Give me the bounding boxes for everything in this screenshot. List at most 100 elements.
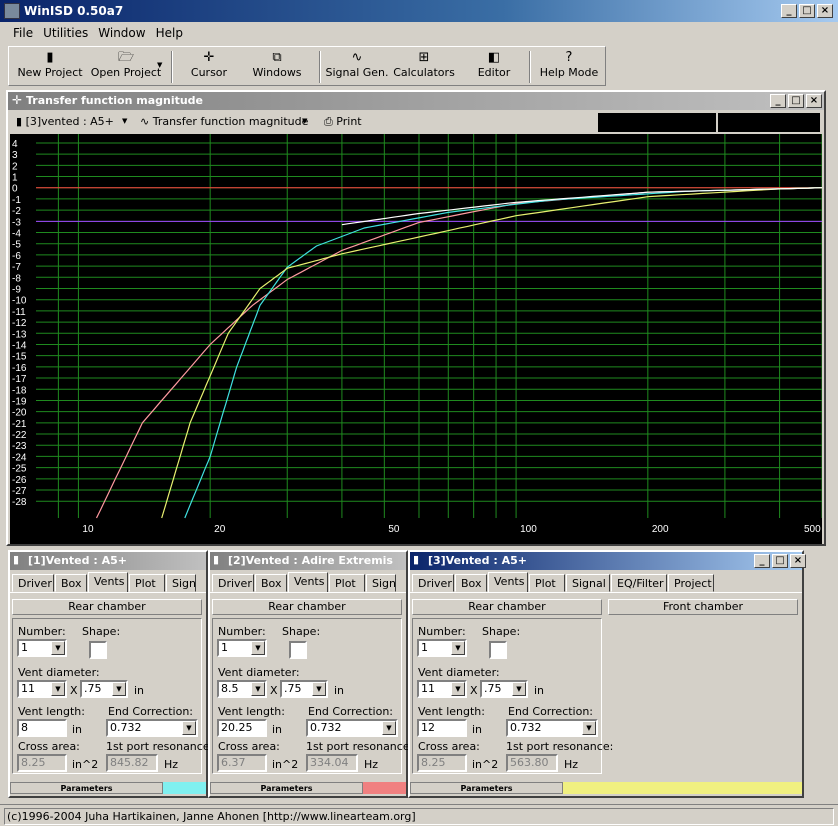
shape-box[interactable] (489, 641, 507, 659)
vent-diameter2-select[interactable]: .75 ▼ (480, 680, 528, 698)
project-select[interactable]: ▮ [3]vented : A5+ ▼ (16, 115, 130, 128)
menu-file[interactable]: File (8, 24, 38, 44)
vent-diameter2-select[interactable]: .75 ▼ (80, 680, 128, 698)
shape-box[interactable] (89, 641, 107, 659)
chevron-down-icon: ▼ (312, 682, 326, 696)
y-tick-label: -18 (12, 385, 27, 396)
transfer-function-chart[interactable]: 43210-1-2-3-4-5-6-7-8-9-10-11-12-13-14-1… (10, 134, 822, 544)
graph-type-select[interactable]: ∿ Transfer function magnitude ▼ (140, 115, 310, 128)
chevron-down-icon: ▼ (51, 682, 65, 696)
tab-signal[interactable]: Signal (566, 574, 610, 592)
minimize-button[interactable]: _ (781, 4, 797, 18)
panel-minimize-button[interactable]: _ (754, 554, 770, 568)
tab-box[interactable]: Box (55, 574, 87, 592)
end-correction-select[interactable]: 0.732 ▼ (506, 719, 598, 737)
calculators-button[interactable]: ⊞ Calculators (393, 50, 455, 84)
chevron-down-icon: ▼ (251, 641, 265, 655)
vent-diameter-value: 11 (421, 682, 435, 695)
tab-eq-filter[interactable]: EQ/Filter (611, 574, 667, 592)
number-label: Number: (418, 625, 466, 638)
end-correction-select[interactable]: 0.732 ▼ (106, 719, 198, 737)
y-tick-label: -7 (12, 262, 21, 273)
vent-diameter-label: Vent diameter: (418, 666, 500, 679)
end-correction-value: 0.732 (510, 721, 542, 734)
plot-window-titlebar: Transfer function magnitude (8, 92, 824, 110)
menu-window[interactable]: Window (93, 24, 150, 44)
panel-maximize-button[interactable]: □ (772, 554, 788, 568)
tab-plot[interactable]: Plot (329, 574, 365, 592)
y-tick-label: -21 (12, 419, 27, 430)
front-chamber-button[interactable]: Front chamber (608, 599, 798, 615)
vent-number-select[interactable]: 1 ▼ (417, 639, 467, 657)
rear-chamber-button[interactable]: Rear chamber (412, 599, 602, 615)
end-correction-label: End Correction: (308, 705, 394, 718)
vent-diameter-select[interactable]: 8.5 ▼ (217, 680, 267, 698)
cursor-button[interactable]: ✛ Cursor (181, 50, 237, 84)
vent-diameter-select[interactable]: 11 ▼ (417, 680, 467, 698)
unit-in2-label: in^2 (472, 758, 499, 771)
open-project-button[interactable]: 🗁 Open Project (85, 50, 167, 84)
vent-length-field[interactable]: 8 (17, 719, 67, 737)
unit-hz-label: Hz (564, 758, 579, 771)
sine-wave-icon: ∿ (140, 115, 153, 128)
editor-button[interactable]: ◧ Editor (469, 50, 519, 84)
tab-driver[interactable]: Driver (412, 574, 454, 592)
new-project-icon: ▮ (46, 50, 54, 65)
vent-number-select[interactable]: 1 ▼ (17, 639, 67, 657)
speaker-icon: ▮ (13, 553, 20, 566)
port-resonance-label: 1st port resonance: (506, 740, 614, 753)
vent-number-select[interactable]: 1 ▼ (217, 639, 267, 657)
y-tick-label: -25 (12, 464, 27, 475)
tab-plot[interactable]: Plot (129, 574, 165, 592)
tab-vents[interactable]: Vents (88, 572, 128, 592)
maximize-button[interactable]: □ (799, 4, 815, 18)
menu-utilities[interactable]: Utilities (38, 24, 93, 44)
plot-toolbar: ▮ [3]vented : A5+ ▼ ∿ Transfer function … (10, 112, 820, 134)
close-button[interactable]: × (817, 4, 833, 18)
tab-driver[interactable]: Driver (12, 574, 54, 592)
cross-area-field: 8.25 (17, 754, 67, 772)
tab-vents[interactable]: Vents (288, 572, 328, 592)
y-tick-label: -15 (12, 352, 27, 363)
panel-title: [1]Vented : A5+ (28, 554, 127, 567)
rear-chamber-button[interactable]: Rear chamber (12, 599, 202, 615)
new-project-button[interactable]: ▮ New Project (15, 50, 85, 84)
calculator-icon: ⊞ (418, 50, 430, 65)
tab-divider (10, 592, 206, 593)
plot-close-button[interactable]: × (806, 94, 822, 108)
panel-close-button[interactable]: × (790, 554, 806, 568)
vent-diameter2-select[interactable]: .75 ▼ (280, 680, 328, 698)
x-tick-label: 500 (804, 524, 821, 535)
tab-box[interactable]: Box (455, 574, 487, 592)
x-tick-label: 10 (82, 524, 94, 535)
speaker-icon: ▮ (413, 553, 420, 566)
vent-diameter2-value: .75 (284, 682, 302, 695)
tab-sign[interactable]: Sign (166, 574, 196, 592)
tab-project[interactable]: Project (668, 574, 714, 592)
end-correction-select[interactable]: 0.732 ▼ (306, 719, 398, 737)
vent-length-field[interactable]: 20.25 (217, 719, 267, 737)
tab-driver[interactable]: Driver (212, 574, 254, 592)
vent-length-field[interactable]: 12 (417, 719, 467, 737)
tab-box[interactable]: Box (255, 574, 287, 592)
tab-divider (210, 592, 406, 593)
tab-sign[interactable]: Sign (366, 574, 396, 592)
help-mode-button[interactable]: ? Help Mode (537, 50, 601, 84)
open-project-dropdown-icon[interactable]: ▼ (157, 61, 162, 69)
plot-maximize-button[interactable]: □ (788, 94, 804, 108)
shape-box[interactable] (289, 641, 307, 659)
rear-chamber-button[interactable]: Rear chamber (212, 599, 402, 615)
unit-in2-label: in^2 (272, 758, 299, 771)
y-tick-label: -2 (12, 206, 21, 217)
vent-diameter-select[interactable]: 11 ▼ (17, 680, 67, 698)
print-button[interactable]: ⎙ Print (324, 115, 362, 129)
plot-minimize-button[interactable]: _ (770, 94, 786, 108)
tab-vents[interactable]: Vents (488, 572, 528, 592)
windows-button[interactable]: ⧉ Windows (245, 50, 309, 84)
y-tick-label: 4 (12, 139, 18, 150)
menu-help[interactable]: Help (151, 24, 188, 44)
tab-plot[interactable]: Plot (529, 574, 565, 592)
port-resonance-label: 1st port resonance: (106, 740, 214, 753)
signal-gen-button[interactable]: ∿ Signal Gen. (325, 50, 389, 84)
question-icon: ? (565, 50, 573, 65)
